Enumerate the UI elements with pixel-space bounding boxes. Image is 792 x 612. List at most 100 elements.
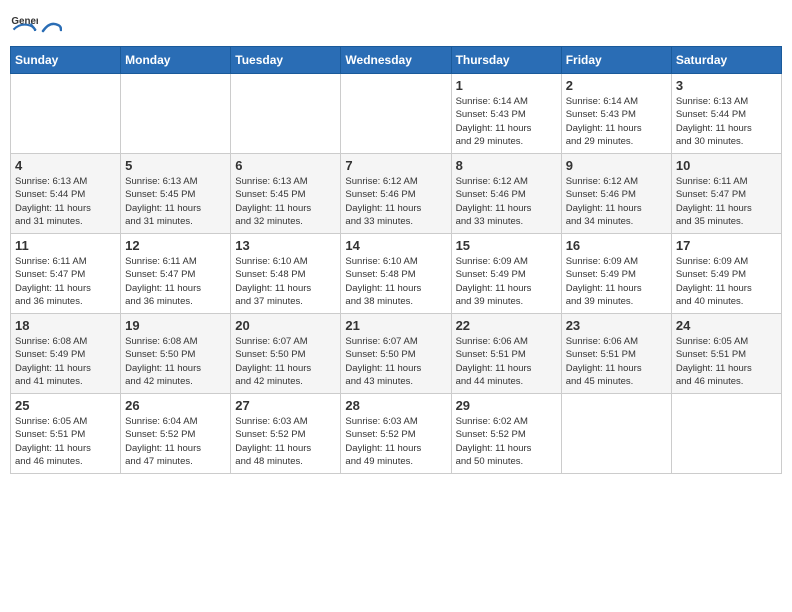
calendar-cell: 11 Sunrise: 6:11 AM Sunset: 5:47 PM Dayli… — [11, 234, 121, 314]
week-row-2: 4Sunrise: 6:13 AM Sunset: 5:44 PM Daylig… — [11, 154, 782, 234]
calendar-cell — [121, 74, 231, 154]
day-number: 14 — [345, 238, 446, 253]
day-number: 7 — [345, 158, 446, 173]
header-row: SundayMondayTuesdayWednesdayThursdayFrid… — [11, 47, 782, 74]
day-number: 17 — [676, 238, 777, 253]
day-info: Sunrise: 6:07 AM Sunset: 5:50 PM Dayligh… — [345, 335, 446, 388]
calendar-cell: 21 Sunrise: 6:07 AM Sunset: 5:50 PM Dayli… — [341, 314, 451, 394]
calendar-cell — [341, 74, 451, 154]
day-number: 3 — [676, 78, 777, 93]
day-info: Sunrise: 6:11 AM Sunset: 5:47 PM Dayligh… — [676, 175, 777, 228]
calendar-cell: 14 Sunrise: 6:10 AM Sunset: 5:48 PM Dayli… — [341, 234, 451, 314]
day-number: 28 — [345, 398, 446, 413]
day-number: 24 — [676, 318, 777, 333]
day-number: 20 — [235, 318, 336, 333]
day-number: 13 — [235, 238, 336, 253]
calendar-cell — [561, 394, 671, 474]
day-number: 15 — [456, 238, 557, 253]
calendar-cell: 18 Sunrise: 6:08 AM Sunset: 5:49 PM Dayli… — [11, 314, 121, 394]
day-info: Sunrise: 6:04 AM Sunset: 5:52 PM Dayligh… — [125, 415, 226, 468]
calendar-cell: 24 Sunrise: 6:05 AM Sunset: 5:51 PM Dayli… — [671, 314, 781, 394]
calendar-cell: 8 Sunrise: 6:12 AM Sunset: 5:46 PM Daylig… — [451, 154, 561, 234]
header-cell-saturday: Saturday — [671, 47, 781, 74]
logo: General — [10, 10, 62, 38]
header-cell-sunday: Sunday — [11, 47, 121, 74]
day-info: Sunrise: 6:08 AM Sunset: 5:50 PM Dayligh… — [125, 335, 226, 388]
day-number: 11 — [15, 238, 116, 253]
calendar-cell: 9Sunrise: 6:12 AM Sunset: 5:46 PM Daylig… — [561, 154, 671, 234]
day-info: Sunrise: 6:08 AM Sunset: 5:49 PM Dayligh… — [15, 335, 116, 388]
calendar-cell — [671, 394, 781, 474]
calendar-cell: 5 Sunrise: 6:13 AM Sunset: 5:45 PM Daylig… — [121, 154, 231, 234]
day-info: Sunrise: 6:10 AM Sunset: 5:48 PM Dayligh… — [345, 255, 446, 308]
day-info: Sunrise: 6:13 AM Sunset: 5:45 PM Dayligh… — [125, 175, 226, 228]
calendar-cell: 1 Sunrise: 6:14 AM Sunset: 5:43 PM Daylig… — [451, 74, 561, 154]
day-number: 2 — [566, 78, 667, 93]
day-info: Sunrise: 6:11 AM Sunset: 5:47 PM Dayligh… — [15, 255, 116, 308]
calendar-cell: 26 Sunrise: 6:04 AM Sunset: 5:52 PM Dayli… — [121, 394, 231, 474]
day-number: 12 — [125, 238, 226, 253]
calendar-cell — [231, 74, 341, 154]
calendar-cell: 15 Sunrise: 6:09 AM Sunset: 5:49 PM Dayli… — [451, 234, 561, 314]
week-row-5: 25Sunrise: 6:05 AM Sunset: 5:51 PM Dayli… — [11, 394, 782, 474]
calendar-cell: 10 Sunrise: 6:11 AM Sunset: 5:47 PM Dayli… — [671, 154, 781, 234]
calendar-cell: 3 Sunrise: 6:13 AM Sunset: 5:44 PM Daylig… — [671, 74, 781, 154]
day-info: Sunrise: 6:09 AM Sunset: 5:49 PM Dayligh… — [456, 255, 557, 308]
day-info: Sunrise: 6:13 AM Sunset: 5:45 PM Dayligh… — [235, 175, 336, 228]
day-info: Sunrise: 6:12 AM Sunset: 5:46 PM Dayligh… — [345, 175, 446, 228]
calendar-cell: 19 Sunrise: 6:08 AM Sunset: 5:50 PM Dayli… — [121, 314, 231, 394]
day-info: Sunrise: 6:13 AM Sunset: 5:44 PM Dayligh… — [676, 95, 777, 148]
day-info: Sunrise: 6:07 AM Sunset: 5:50 PM Dayligh… — [235, 335, 336, 388]
day-number: 23 — [566, 318, 667, 333]
day-info: Sunrise: 6:03 AM Sunset: 5:52 PM Dayligh… — [345, 415, 446, 468]
calendar-cell: 7 Sunrise: 6:12 AM Sunset: 5:46 PM Daylig… — [341, 154, 451, 234]
day-info: Sunrise: 6:09 AM Sunset: 5:49 PM Dayligh… — [566, 255, 667, 308]
day-info: Sunrise: 6:11 AM Sunset: 5:47 PM Dayligh… — [125, 255, 226, 308]
calendar-cell: 17Sunrise: 6:09 AM Sunset: 5:49 PM Dayli… — [671, 234, 781, 314]
calendar-cell: 13Sunrise: 6:10 AM Sunset: 5:48 PM Dayli… — [231, 234, 341, 314]
day-number: 8 — [456, 158, 557, 173]
day-number: 5 — [125, 158, 226, 173]
day-number: 21 — [345, 318, 446, 333]
day-number: 27 — [235, 398, 336, 413]
header-cell-monday: Monday — [121, 47, 231, 74]
day-number: 19 — [125, 318, 226, 333]
day-info: Sunrise: 6:14 AM Sunset: 5:43 PM Dayligh… — [566, 95, 667, 148]
calendar-cell: 25Sunrise: 6:05 AM Sunset: 5:51 PM Dayli… — [11, 394, 121, 474]
calendar-cell: 22 Sunrise: 6:06 AM Sunset: 5:51 PM Dayli… — [451, 314, 561, 394]
calendar-cell: 16 Sunrise: 6:09 AM Sunset: 5:49 PM Dayli… — [561, 234, 671, 314]
day-info: Sunrise: 6:06 AM Sunset: 5:51 PM Dayligh… — [566, 335, 667, 388]
day-number: 29 — [456, 398, 557, 413]
logo-arrow-icon — [40, 15, 62, 37]
day-info: Sunrise: 6:05 AM Sunset: 5:51 PM Dayligh… — [15, 415, 116, 468]
day-info: Sunrise: 6:12 AM Sunset: 5:46 PM Dayligh… — [456, 175, 557, 228]
logo-icon: General — [10, 10, 38, 38]
day-info: Sunrise: 6:14 AM Sunset: 5:43 PM Dayligh… — [456, 95, 557, 148]
day-info: Sunrise: 6:06 AM Sunset: 5:51 PM Dayligh… — [456, 335, 557, 388]
header-cell-friday: Friday — [561, 47, 671, 74]
day-number: 26 — [125, 398, 226, 413]
day-info: Sunrise: 6:05 AM Sunset: 5:51 PM Dayligh… — [676, 335, 777, 388]
day-number: 16 — [566, 238, 667, 253]
day-number: 4 — [15, 158, 116, 173]
calendar-cell: 28 Sunrise: 6:03 AM Sunset: 5:52 PM Dayli… — [341, 394, 451, 474]
day-number: 10 — [676, 158, 777, 173]
header-cell-tuesday: Tuesday — [231, 47, 341, 74]
day-info: Sunrise: 6:02 AM Sunset: 5:52 PM Dayligh… — [456, 415, 557, 468]
week-row-3: 11 Sunrise: 6:11 AM Sunset: 5:47 PM Dayli… — [11, 234, 782, 314]
calendar-cell: 4Sunrise: 6:13 AM Sunset: 5:44 PM Daylig… — [11, 154, 121, 234]
calendar-cell — [11, 74, 121, 154]
header-cell-thursday: Thursday — [451, 47, 561, 74]
calendar-cell: 27 Sunrise: 6:03 AM Sunset: 5:52 PM Dayli… — [231, 394, 341, 474]
calendar-cell: 20 Sunrise: 6:07 AM Sunset: 5:50 PM Dayli… — [231, 314, 341, 394]
calendar-cell: 12 Sunrise: 6:11 AM Sunset: 5:47 PM Dayli… — [121, 234, 231, 314]
calendar-cell: 23 Sunrise: 6:06 AM Sunset: 5:51 PM Dayli… — [561, 314, 671, 394]
day-number: 6 — [235, 158, 336, 173]
day-number: 1 — [456, 78, 557, 93]
page-header: General — [10, 10, 782, 38]
day-number: 18 — [15, 318, 116, 333]
day-number: 22 — [456, 318, 557, 333]
calendar-header: SundayMondayTuesdayWednesdayThursdayFrid… — [11, 47, 782, 74]
week-row-1: 1 Sunrise: 6:14 AM Sunset: 5:43 PM Daylig… — [11, 74, 782, 154]
day-info: Sunrise: 6:03 AM Sunset: 5:52 PM Dayligh… — [235, 415, 336, 468]
